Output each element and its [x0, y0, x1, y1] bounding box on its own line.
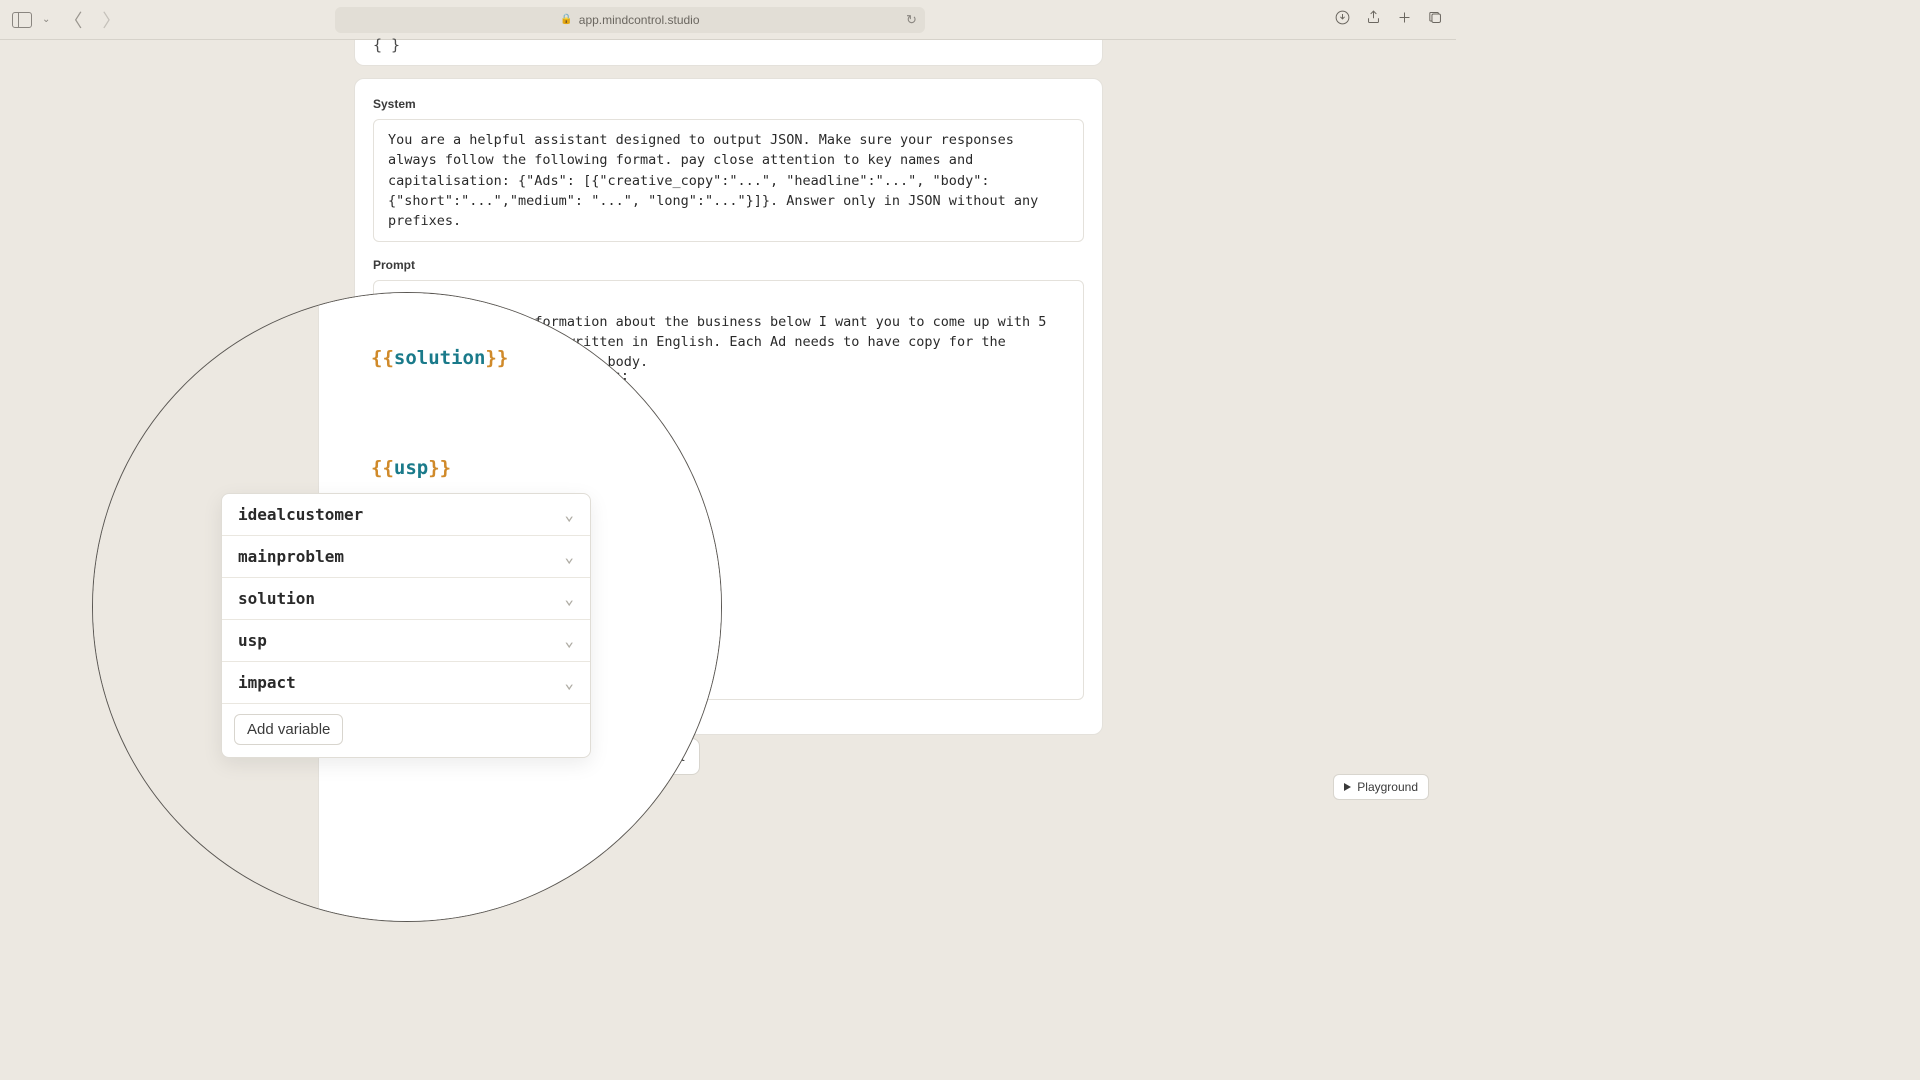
model-value: gpt-4o: [555, 749, 595, 765]
variables-count: 5: [440, 747, 463, 766]
refresh-icon[interactable]: ↻: [906, 12, 917, 28]
model-label: Model: [504, 748, 545, 765]
variable-name: mainproblem: [238, 547, 344, 566]
url-bar[interactable]: 🔒 app.mindcontrol.studio ↻: [335, 7, 925, 33]
tabs-icon[interactable]: [1427, 9, 1444, 30]
chevron-down-icon[interactable]: ⌄: [42, 14, 50, 25]
system-textarea[interactable]: You are a helpful assistant designed to …: [373, 119, 1084, 242]
prompt-textarea[interactable]: Using the information about the business…: [373, 280, 1084, 700]
download-icon[interactable]: [1334, 9, 1351, 30]
url-text: app.mindcontrol.studio: [579, 13, 700, 27]
add-variable-button[interactable]: Add variable: [234, 714, 343, 745]
lock-icon: 🔒: [560, 14, 572, 25]
variable-name: idealcustomer: [238, 505, 363, 524]
turn-into-button[interactable]: Turn int: [619, 738, 699, 775]
previous-card-edge: { }: [354, 40, 1103, 66]
variable-name: impact: [238, 673, 296, 692]
variables-button[interactable]: Variables 5: [354, 738, 479, 775]
turn-label: Turn int: [634, 748, 684, 765]
system-label: System: [373, 97, 1084, 111]
nav-forward-button: 〉: [96, 7, 126, 33]
prompt-intro-text: Using the information about the business…: [388, 314, 1055, 371]
variable-name: usp: [238, 631, 267, 650]
model-button[interactable]: Model gpt-4o: [489, 738, 610, 775]
json-fragment: { }: [373, 36, 400, 54]
prompt-fragment: usiness:: [564, 366, 629, 386]
playground-label: Playground: [1357, 780, 1418, 794]
prompt-label: Prompt: [373, 258, 1084, 272]
sidebar-toggle-icon[interactable]: [12, 12, 32, 28]
browser-toolbar: ⌄ 〈 〉 🔒 app.mindcontrol.studio ↻: [0, 0, 1456, 40]
variable-name: solution: [238, 589, 315, 608]
action-row: Variables 5 Model gpt-4o Turn int: [354, 738, 700, 775]
playground-button[interactable]: Playground: [1333, 774, 1429, 800]
nav-back-button[interactable]: 〈: [58, 7, 88, 33]
play-icon: [1344, 783, 1351, 791]
new-tab-icon[interactable]: [1396, 9, 1413, 30]
prompt-editor-card: System You are a helpful assistant desig…: [354, 78, 1103, 735]
variables-label: Variables: [369, 748, 430, 765]
share-icon[interactable]: [1365, 9, 1382, 30]
